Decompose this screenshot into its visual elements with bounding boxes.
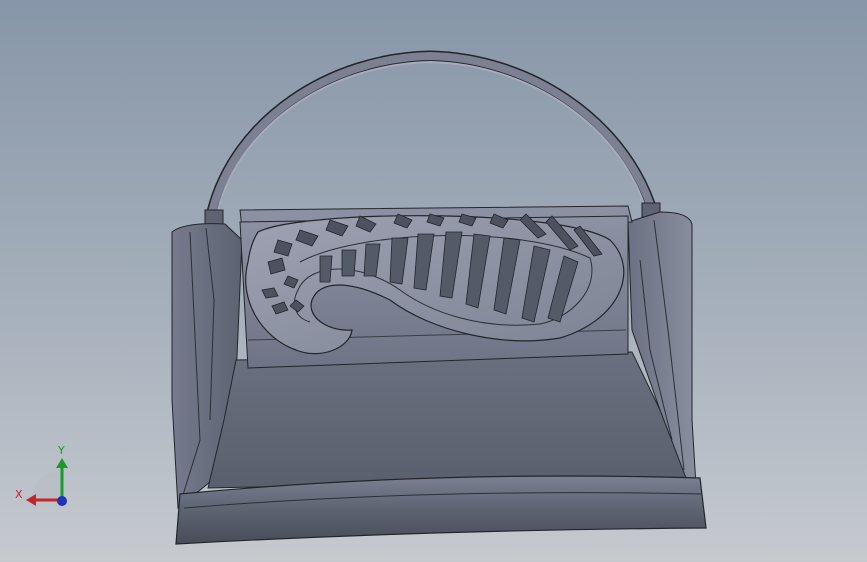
- axis-x-label: X: [15, 488, 23, 501]
- handbag-3d-model[interactable]: [0, 0, 867, 562]
- axis-triad-icon: Y X: [15, 444, 68, 506]
- 3d-viewport[interactable]: Y X: [0, 0, 867, 562]
- handle: [204, 50, 661, 225]
- axis-y-label: Y: [57, 444, 65, 457]
- front-body-panel: [207, 351, 687, 489]
